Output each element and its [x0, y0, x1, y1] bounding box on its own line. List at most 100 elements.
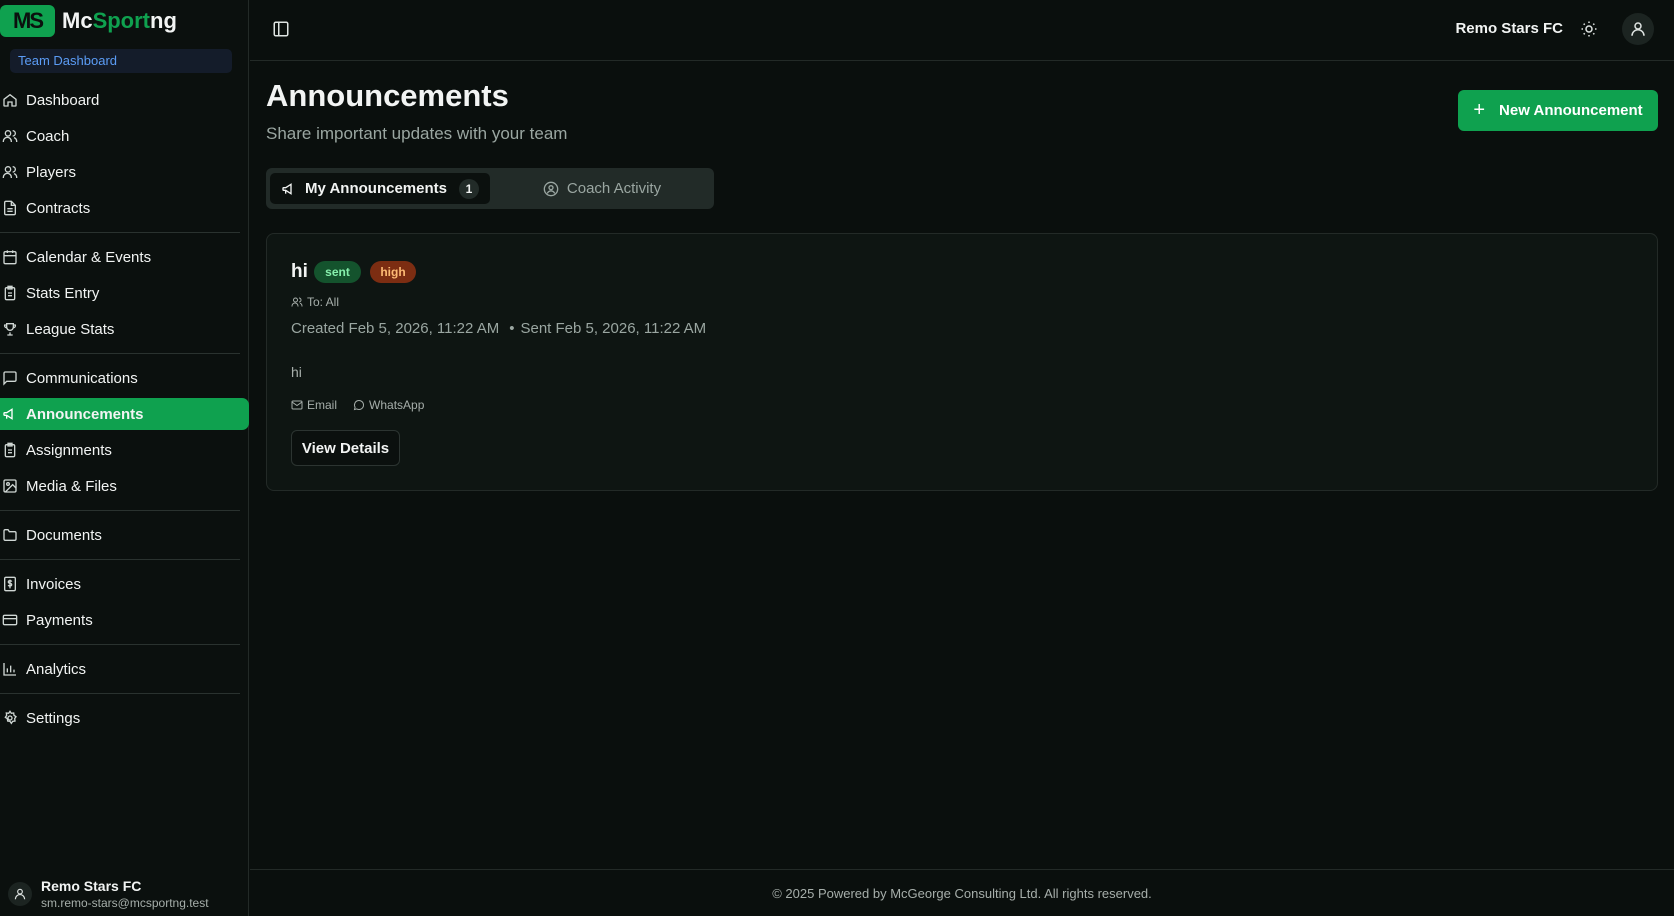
megaphone-icon — [2, 406, 18, 422]
sidebar-item-announcements[interactable]: Announcements — [0, 398, 249, 430]
card-icon — [2, 612, 18, 628]
sidebar-item-label: Documents — [26, 526, 102, 544]
plus-icon: + — [1473, 99, 1486, 121]
sidebar-item-settings[interactable]: Settings — [0, 702, 249, 734]
sidebar-item-label: Settings — [26, 709, 81, 727]
recipients-label: To: All — [307, 295, 340, 309]
gear-icon — [2, 710, 18, 726]
sidebar-item-league-stats[interactable]: League Stats — [0, 313, 249, 345]
sidebar-item-label: Invoices — [26, 575, 82, 593]
status-badge: sent — [314, 261, 361, 283]
sidebar-item-invoices[interactable]: Invoices — [0, 568, 249, 600]
image-icon — [2, 478, 18, 494]
channel-email: Email — [291, 398, 337, 412]
sidebar-item-coach[interactable]: Coach — [0, 120, 249, 152]
sidebar-item-label: Payments — [26, 611, 93, 629]
logo-text: McSportng — [62, 8, 177, 33]
sidebar-item-label: Communications — [26, 369, 138, 387]
sidebar: MS McSportng Team Dashboard Dashboard Co… — [0, 0, 249, 916]
user-circle-icon — [543, 181, 559, 197]
bullet: • — [509, 320, 515, 337]
priority-badge: high — [370, 261, 416, 283]
sidebar-divider — [0, 693, 240, 694]
footer: © 2025 Powered by McGeorge Consulting Lt… — [250, 869, 1674, 916]
channel-label: Email — [307, 398, 338, 412]
sidebar-item-label: Announcements — [26, 405, 144, 423]
user-icon — [14, 888, 26, 900]
announcement-title: hi — [291, 261, 308, 282]
announcement-card: hi sent high To: All Created Feb 5, 2026… — [266, 233, 1658, 491]
created-timestamp: Created Feb 5, 2026, 11:22 AM — [291, 320, 500, 337]
tab-count-badge: 1 — [458, 178, 479, 199]
message-icon — [2, 370, 18, 386]
sidebar-item-analytics[interactable]: Analytics — [0, 653, 249, 685]
sidebar-item-label: Coach — [26, 127, 70, 145]
clipboard-icon — [2, 442, 18, 458]
sidebar-divider — [0, 510, 240, 511]
sidebar-divider — [0, 644, 240, 645]
home-icon — [2, 92, 18, 108]
dollar-icon — [2, 576, 18, 592]
sidebar-item-players[interactable]: Players — [0, 156, 249, 188]
users-icon — [2, 128, 18, 144]
tabs: My Announcements 1 Coach Activity — [266, 168, 714, 209]
sidebar-item-label: Analytics — [26, 660, 87, 678]
user-icon — [1631, 22, 1645, 36]
sidebar-item-label: Assignments — [26, 441, 112, 459]
channel-whatsapp: WhatsApp — [353, 398, 424, 412]
user-info: Remo Stars FC sm.remo-stars@mcsportng.te… — [41, 878, 209, 910]
tab-label: My Announcements — [305, 180, 447, 197]
new-announcement-button[interactable]: + New Announcement — [1458, 90, 1658, 131]
trophy-icon — [2, 321, 18, 337]
tab-coach-activity[interactable]: Coach Activity — [494, 173, 710, 204]
megaphone-icon — [281, 181, 297, 197]
sidebar-item-assignments[interactable]: Assignments — [0, 434, 249, 466]
sidebar-item-contracts[interactable]: Contracts — [0, 192, 249, 224]
file-icon — [2, 200, 18, 216]
recipients: To: All — [291, 295, 339, 309]
sidebar-item-stats-entry[interactable]: Stats Entry — [0, 277, 249, 309]
message-circle-icon — [353, 399, 365, 411]
clipboard-icon — [2, 285, 18, 301]
sidebar-toggle-icon[interactable] — [272, 20, 290, 38]
user-email: sm.remo-stars@mcsportng.test — [41, 896, 209, 910]
sidebar-item-label: Stats Entry — [26, 284, 100, 302]
sidebar-item-calendar[interactable]: Calendar & Events — [0, 241, 249, 273]
calendar-icon — [2, 249, 18, 265]
timestamps: Created Feb 5, 2026, 11:22 AM • Sent Feb 5… — [291, 320, 706, 337]
logo-mark: MS — [0, 5, 55, 37]
sidebar-item-documents[interactable]: Documents — [0, 519, 249, 551]
user-name: Remo Stars FC — [41, 878, 142, 894]
sidebar-item-label: Players — [26, 163, 77, 181]
channels: Email WhatsApp — [291, 398, 440, 412]
page-subtitle: Share important updates with your team — [266, 124, 568, 143]
sidebar-item-payments[interactable]: Payments — [0, 604, 249, 636]
new-announcement-label: New Announcement — [1499, 102, 1643, 119]
sidebar-item-media-files[interactable]: Media & Files — [0, 470, 249, 502]
sidebar-user[interactable]: Remo Stars FC sm.remo-stars@mcsportng.te… — [8, 878, 209, 910]
logo[interactable]: MS McSportng — [0, 4, 177, 38]
profile-button[interactable] — [1622, 13, 1654, 45]
chart-icon — [2, 661, 18, 677]
sidebar-divider — [0, 559, 240, 560]
view-details-button[interactable]: View Details — [291, 430, 400, 466]
sidebar-item-label: Contracts — [26, 199, 91, 217]
sidebar-item-communications[interactable]: Communications — [0, 362, 249, 394]
mail-icon — [291, 399, 303, 411]
tab-label: Coach Activity — [566, 180, 662, 197]
avatar — [8, 882, 32, 906]
announcement-body: hi — [291, 364, 302, 380]
sidebar-item-label: Calendar & Events — [26, 248, 152, 266]
sidebar-item-label: Media & Files — [26, 477, 117, 495]
sidebar-divider — [0, 353, 240, 354]
sun-icon[interactable] — [1580, 20, 1598, 38]
tab-my-announcements[interactable]: My Announcements 1 — [270, 173, 490, 204]
footer-text: © 2025 Powered by McGeorge Consulting Lt… — [772, 885, 1152, 901]
sidebar-divider — [0, 232, 240, 233]
sent-timestamp: Sent Feb 5, 2026, 11:22 AM — [520, 320, 707, 337]
sidebar-item-label: League Stats — [26, 320, 115, 338]
users-icon — [2, 164, 18, 180]
users-icon — [291, 296, 303, 308]
top-club-name: Remo Stars FC — [1455, 20, 1563, 37]
sidebar-item-dashboard[interactable]: Dashboard — [0, 84, 249, 116]
